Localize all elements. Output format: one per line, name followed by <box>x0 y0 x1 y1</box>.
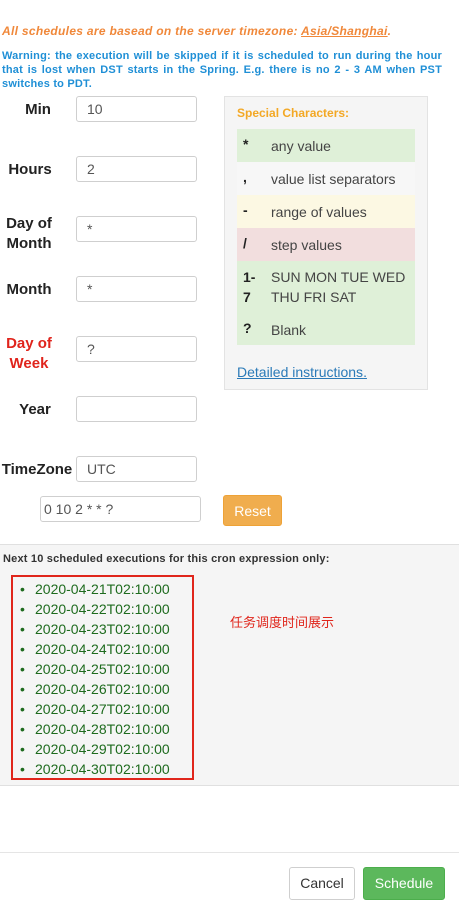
legend-desc: SUN MON TUE WED THU FRI SAT <box>271 269 406 305</box>
detailed-instructions-link[interactable]: Detailed instructions. <box>237 364 367 380</box>
execution-time: 2020-04-29T02:10:00 <box>35 741 170 757</box>
hours-input[interactable]: 2 <box>76 156 197 182</box>
legend-row-step: / step values <box>237 228 415 261</box>
legend-row-any: * any value <box>237 129 415 162</box>
notice-suffix: . <box>387 24 392 38</box>
execution-item: • 2020-04-22T02:10:00 <box>20 600 170 618</box>
execution-item: • 2020-04-29T02:10:00 <box>20 740 170 758</box>
bullet-icon: • <box>20 601 25 617</box>
schedule-button[interactable]: Schedule <box>363 867 445 900</box>
execution-time: 2020-04-25T02:10:00 <box>35 661 170 677</box>
next-executions-panel: Next 10 scheduled executions for this cr… <box>0 544 459 786</box>
execution-time: 2020-04-30T02:10:00 <box>35 761 170 777</box>
day-of-week-label: Day of Week <box>6 335 52 372</box>
bullet-icon: • <box>20 761 25 777</box>
month-label: Month <box>6 281 52 298</box>
timezone-input[interactable]: UTC <box>76 456 197 482</box>
year-label: Year <box>19 401 51 418</box>
legend-desc: any value <box>271 138 331 154</box>
min-input[interactable]: 10 <box>76 96 197 122</box>
legend-symbol: / <box>243 235 247 251</box>
special-characters-panel: Special Characters: * any value , value … <box>224 96 428 390</box>
timezone-label: TimeZone <box>1 461 73 478</box>
link-suffix: . <box>363 364 367 380</box>
execution-time: 2020-04-22T02:10:00 <box>35 601 170 617</box>
execution-item: • 2020-04-21T02:10:00 <box>20 580 170 598</box>
reset-button[interactable]: Reset <box>223 495 282 526</box>
legend-symbol: - <box>243 202 248 218</box>
execution-time: 2020-04-26T02:10:00 <box>35 681 170 697</box>
execution-item: • 2020-04-28T02:10:00 <box>20 720 170 738</box>
legend-row-range: - range of values <box>237 195 415 228</box>
bullet-icon: • <box>20 681 25 697</box>
hours-label: Hours <box>8 161 52 178</box>
legend-title: Special Characters: <box>237 106 350 120</box>
notice-prefix: All schedules are basead on the server t… <box>2 24 302 38</box>
execution-time: 2020-04-24T02:10:00 <box>35 641 170 657</box>
dst-warning: Warning: the execution will be skipped i… <box>2 50 442 90</box>
month-input[interactable]: * <box>76 276 197 302</box>
cron-expression-field[interactable]: 0 10 2 * * ? <box>40 496 201 522</box>
bullet-icon: • <box>20 721 25 737</box>
server-timezone-notice: All schedules are basead on the server t… <box>2 24 391 38</box>
execution-time: 2020-04-23T02:10:00 <box>35 621 170 637</box>
legend-desc: value list separators <box>271 171 396 187</box>
legend-desc: step values <box>271 237 342 253</box>
legend-symbol: 1-7 <box>243 269 256 305</box>
bullet-icon: • <box>20 581 25 597</box>
next-executions-title: Next 10 scheduled executions for this cr… <box>3 553 330 565</box>
executions-highlight-box: • 2020-04-21T02:10:00 • 2020-04-22T02:10:0… <box>11 575 194 780</box>
detailed-instructions-text[interactable]: Detailed instructions <box>237 364 363 380</box>
legend-symbol: , <box>243 169 247 185</box>
execution-item: • 2020-04-23T02:10:00 <box>20 620 170 638</box>
execution-time: 2020-04-27T02:10:00 <box>35 701 170 717</box>
notice-timezone: Asia/Shanghai <box>301 24 388 38</box>
day-of-month-label: Day of Month <box>6 215 52 252</box>
execution-item: • 2020-04-27T02:10:00 <box>20 700 170 718</box>
day-of-week-input[interactable]: ? <box>76 336 197 362</box>
bullet-icon: • <box>20 641 25 657</box>
legend-row-list: , value list separators <box>237 162 415 195</box>
execution-time: 2020-04-28T02:10:00 <box>35 721 170 737</box>
schedule-annotation: 任务调度时间展示 <box>230 615 335 630</box>
bullet-icon: • <box>20 661 25 677</box>
footer-divider <box>0 852 459 853</box>
legend-symbol: * <box>243 136 249 152</box>
bullet-icon: • <box>20 741 25 757</box>
legend-desc: Blank <box>271 322 307 338</box>
execution-item: • 2020-04-24T02:10:00 <box>20 640 170 658</box>
day-of-month-input[interactable]: * <box>76 216 197 242</box>
execution-item: • 2020-04-25T02:10:00 <box>20 660 170 678</box>
bullet-icon: • <box>20 701 25 717</box>
execution-item: • 2020-04-30T02:10:00 <box>20 760 170 778</box>
legend-desc: range of values <box>271 204 367 220</box>
bullet-icon: • <box>20 621 25 637</box>
min-label: Min <box>25 101 51 118</box>
legend-row-weekdays: 1-7 SUN MON TUE WED THU FRI SAT <box>237 261 415 314</box>
execution-item: • 2020-04-26T02:10:00 <box>20 680 170 698</box>
cancel-button[interactable]: Cancel <box>289 867 355 900</box>
legend-row-blank: ? Blank <box>237 314 415 345</box>
execution-time: 2020-04-21T02:10:00 <box>35 581 170 597</box>
year-input[interactable] <box>76 396 197 422</box>
legend-symbol: ? <box>243 320 252 336</box>
